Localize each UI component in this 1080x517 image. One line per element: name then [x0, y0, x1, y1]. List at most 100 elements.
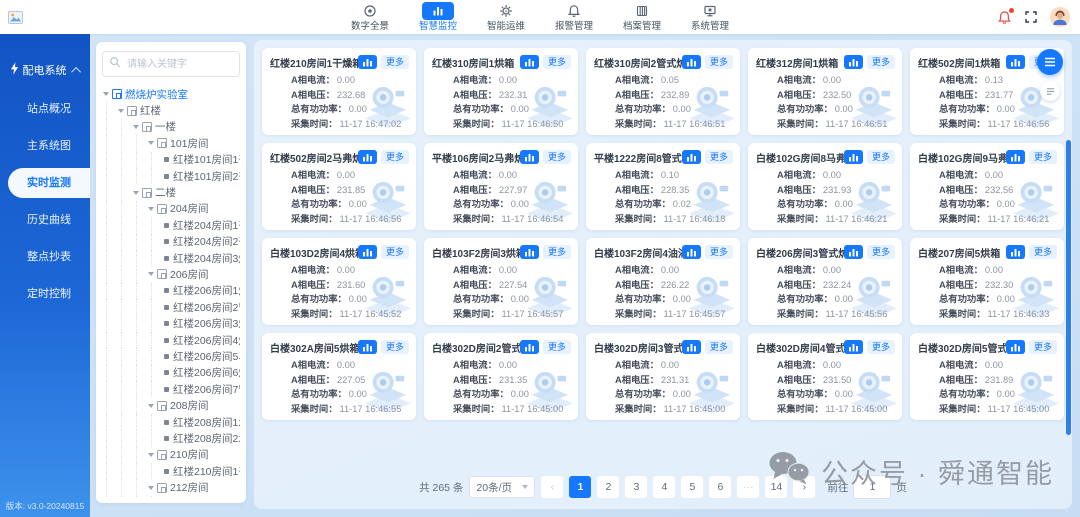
caret-down-icon[interactable]	[148, 452, 154, 457]
more-button[interactable]: 更多	[380, 245, 409, 259]
chart-button[interactable]	[681, 340, 701, 354]
sidebar-group-power-system[interactable]: 配电系统	[0, 34, 90, 78]
chart-button[interactable]	[681, 245, 701, 259]
more-button[interactable]: 更多	[1028, 245, 1057, 259]
chart-button[interactable]	[843, 340, 863, 354]
chart-button[interactable]	[519, 245, 539, 259]
chart-button[interactable]	[519, 55, 539, 69]
chart-button[interactable]	[357, 245, 377, 259]
tree-node[interactable]: 206房间	[102, 266, 240, 283]
scrollbar-thumb[interactable]	[1066, 140, 1071, 435]
page-button-3[interactable]: 3	[625, 476, 648, 498]
nav-item-5[interactable]: 档案管理	[615, 0, 669, 34]
tree-node[interactable]: 红楼204房间1干燥箱	[102, 217, 240, 234]
more-button[interactable]: 更多	[866, 55, 895, 69]
user-avatar[interactable]	[1050, 7, 1070, 27]
more-button[interactable]: 更多	[866, 340, 895, 354]
chart-button[interactable]	[843, 150, 863, 164]
tree-node[interactable]: 208房间	[102, 397, 240, 414]
notification-bell-icon[interactable]	[997, 7, 1014, 25]
more-button[interactable]: 更多	[866, 245, 895, 259]
tree-node[interactable]: 红楼212房间1水浴锅	[102, 495, 240, 497]
page-button-4[interactable]: 4	[653, 476, 676, 498]
tree-node[interactable]: 红楼208房间1水浴锅	[102, 413, 240, 431]
caret-down-icon[interactable]	[148, 403, 154, 408]
sidebar-item-2[interactable]: 主系统图	[8, 131, 90, 161]
chart-button[interactable]	[519, 150, 539, 164]
page-size-select[interactable]: 20条/页	[469, 476, 536, 498]
caret-down-icon[interactable]	[133, 190, 139, 195]
sidebar-item-4[interactable]: 历史曲线	[8, 205, 90, 235]
page-button-5[interactable]: 5	[681, 476, 704, 498]
chart-button[interactable]	[1005, 150, 1025, 164]
tree-node[interactable]: 红楼206房间3烘箱	[102, 315, 240, 332]
caret-down-icon[interactable]	[148, 485, 154, 490]
more-button[interactable]: 更多	[1028, 340, 1057, 354]
tree-node[interactable]: 红楼206房间5马弗炉	[102, 348, 240, 365]
caret-down-icon[interactable]	[133, 124, 139, 129]
chart-button[interactable]	[357, 150, 377, 164]
more-button[interactable]: 更多	[704, 340, 733, 354]
nav-item-6[interactable]: 系统管理	[683, 0, 737, 34]
nav-item-2[interactable]: 智慧监控	[411, 0, 465, 34]
more-button[interactable]: 更多	[704, 245, 733, 259]
tree-node[interactable]: 红楼208房间2水浴锅	[102, 430, 240, 447]
chart-button[interactable]	[357, 55, 377, 69]
tree-node[interactable]: 一楼	[102, 118, 240, 136]
page-ellipsis[interactable]: ···	[737, 476, 760, 498]
tree-node[interactable]: 燃烧炉实验室	[102, 86, 240, 102]
tree-node[interactable]: 二楼	[102, 184, 240, 201]
card-list-fab-button[interactable]	[1037, 49, 1063, 75]
more-button[interactable]: 更多	[704, 55, 733, 69]
tree-node[interactable]: 红楼206房间7管式炉	[102, 381, 240, 398]
more-button[interactable]: 更多	[1028, 150, 1057, 164]
more-button[interactable]: 更多	[380, 340, 409, 354]
collapse-fab-button[interactable]	[1040, 81, 1060, 101]
prev-page-button[interactable]: ‹	[541, 476, 564, 498]
chart-button[interactable]	[681, 55, 701, 69]
page-button-6[interactable]: 6	[709, 476, 732, 498]
chart-button[interactable]	[843, 55, 863, 69]
page-button-1[interactable]: 1	[569, 476, 592, 498]
more-button[interactable]: 更多	[542, 245, 571, 259]
caret-down-icon[interactable]	[148, 141, 154, 146]
tree-node[interactable]: 204房间	[102, 200, 240, 218]
tree-node[interactable]: 红楼101房间2干燥箱	[102, 167, 240, 185]
tree-node[interactable]: 212房间	[102, 479, 240, 496]
sidebar-item-1[interactable]: 站点概况	[8, 94, 90, 124]
chart-button[interactable]	[681, 150, 701, 164]
tree-node[interactable]: 红楼206房间6烘箱	[102, 364, 240, 382]
tree-node[interactable]: 红楼204房间2干燥箱	[102, 233, 240, 250]
tree-node[interactable]: 红楼204房间3烘箱	[102, 249, 240, 267]
more-button[interactable]: 更多	[866, 150, 895, 164]
tree-node[interactable]: 红楼101房间1干燥箱	[102, 151, 240, 168]
chart-button[interactable]	[519, 340, 539, 354]
sidebar-item-3[interactable]: 实时监测	[8, 168, 90, 198]
tree-node[interactable]: 210房间	[102, 446, 240, 463]
page-button-2[interactable]: 2	[597, 476, 620, 498]
sidebar-item-6[interactable]: 定时控制	[8, 279, 90, 309]
chart-button[interactable]	[843, 245, 863, 259]
nav-item-1[interactable]: 数字全景	[343, 0, 397, 34]
tree-node[interactable]: 红楼206房间4烘箱	[102, 331, 240, 349]
nav-item-4[interactable]: 报警管理	[547, 0, 601, 34]
tree-node[interactable]: 红楼	[102, 102, 240, 119]
tree-node[interactable]: 红楼210房间1干燥箱	[102, 462, 240, 480]
chart-button[interactable]	[1005, 55, 1025, 69]
tree-node[interactable]: 101房间	[102, 135, 240, 152]
tree-node[interactable]: 红楼206房间1烘箱	[102, 282, 240, 300]
tree-node[interactable]: 红楼206房间2管式炉	[102, 299, 240, 316]
more-button[interactable]: 更多	[542, 340, 571, 354]
caret-down-icon[interactable]	[148, 272, 154, 277]
chart-button[interactable]	[1005, 340, 1025, 354]
more-button[interactable]: 更多	[704, 150, 733, 164]
more-button[interactable]: 更多	[542, 55, 571, 69]
caret-down-icon[interactable]	[118, 108, 124, 113]
chart-button[interactable]	[1005, 245, 1025, 259]
sidebar-item-5[interactable]: 整点抄表	[8, 242, 90, 272]
more-button[interactable]: 更多	[380, 150, 409, 164]
caret-down-icon[interactable]	[103, 92, 109, 97]
more-button[interactable]: 更多	[542, 150, 571, 164]
caret-down-icon[interactable]	[148, 206, 154, 211]
chart-button[interactable]	[357, 340, 377, 354]
